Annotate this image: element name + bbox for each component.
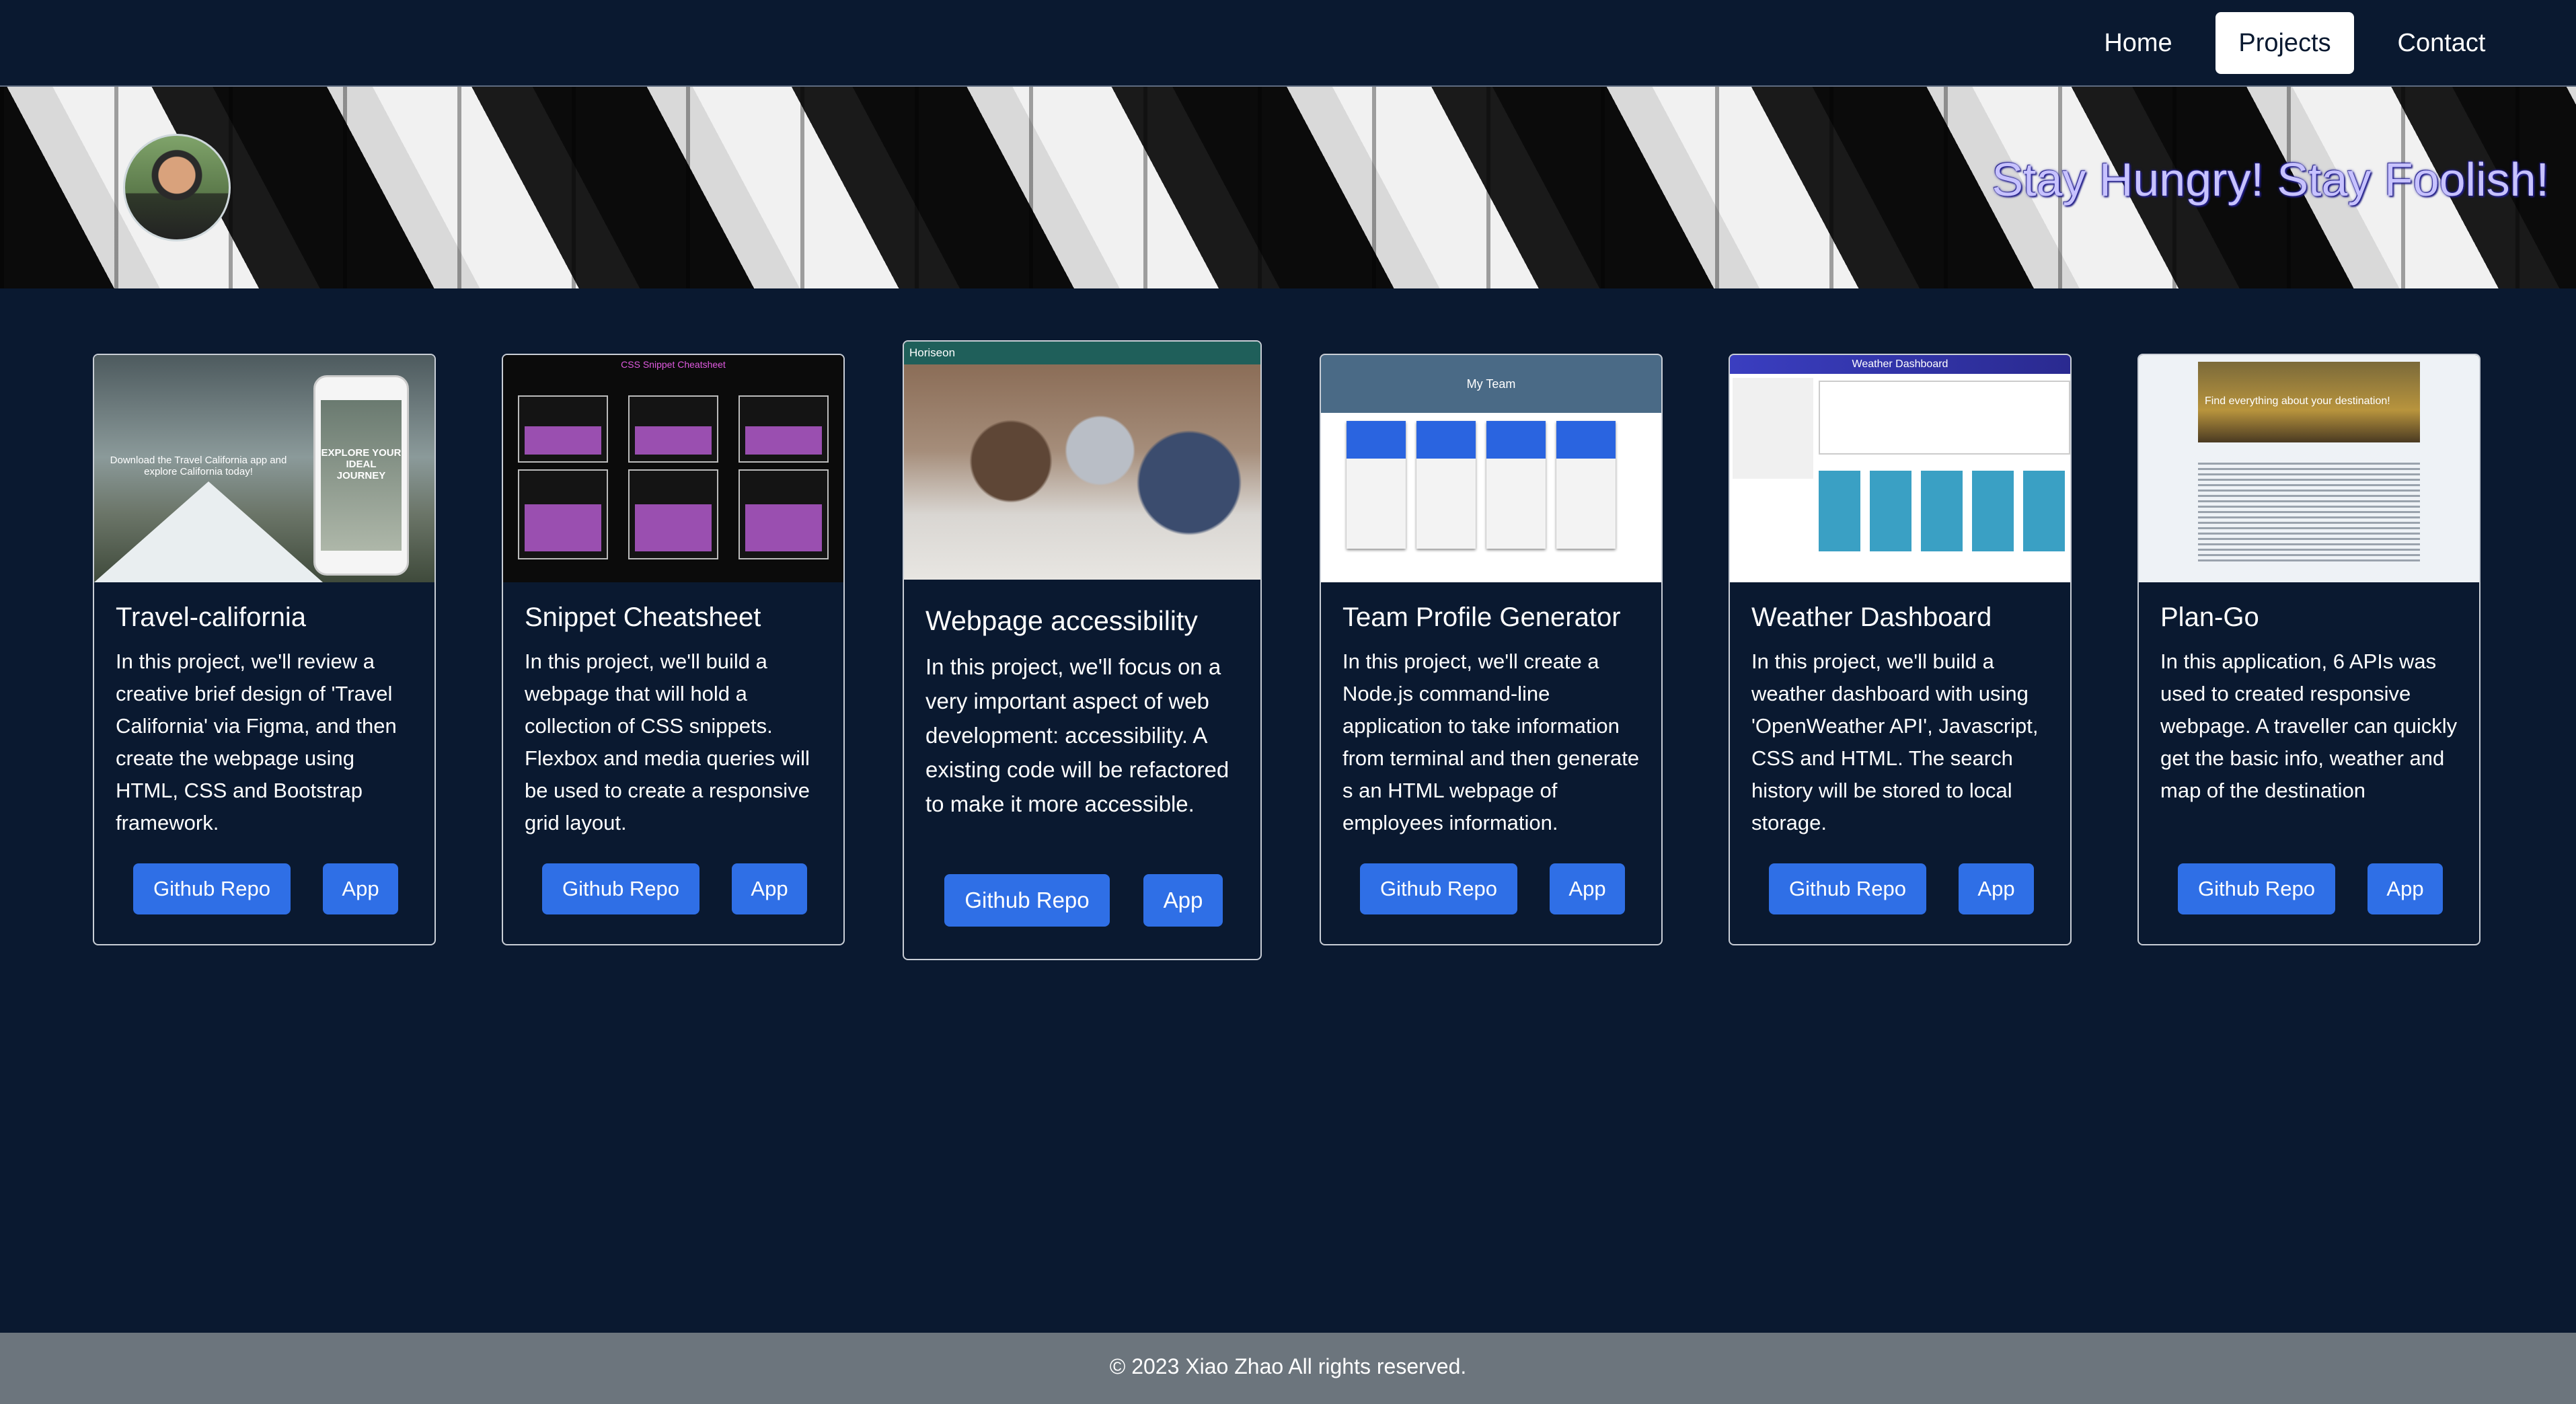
snippet-box (628, 395, 718, 463)
team-photo (904, 364, 1260, 580)
project-thumbnail[interactable]: My Team (1321, 355, 1661, 582)
project-card-webpage-accessibility: Horiseon Webpage accessibility In this p… (903, 340, 1262, 960)
card-title: Weather Dashboard (1751, 602, 1992, 632)
member-card (1486, 421, 1546, 549)
phone-text: EXPLORE YOUR IDEAL JOURNEY (321, 447, 402, 481)
current-weather (1819, 381, 2070, 455)
forecast-day (1870, 471, 1911, 551)
phone-screen: EXPLORE YOUR IDEAL JOURNEY (321, 400, 402, 551)
project-card-snippet-cheatsheet: CSS Snippet Cheatsheet Snippet Cheatshee… (502, 354, 845, 945)
snippet-box (518, 395, 608, 463)
app-button[interactable]: App (732, 863, 807, 914)
forecast-day (1921, 471, 1963, 551)
top-navbar: Home Projects Contact (0, 0, 2576, 87)
app-button[interactable]: App (1143, 874, 1223, 927)
thumbnail-brand: Horiseon (904, 342, 1260, 364)
info-text-block (2198, 463, 2420, 563)
forecast-day (2023, 471, 2065, 551)
card-title: Snippet Cheatsheet (525, 602, 761, 632)
card-description: In this application, 6 APIs was used to … (2160, 650, 2458, 802)
card-description: In this project, we'll build a webpage t… (525, 650, 810, 834)
snippet-box (518, 469, 608, 559)
project-thumbnail[interactable]: Download the Travel California app and e… (94, 355, 434, 582)
project-thumbnail[interactable]: Weather Dashboard (1730, 355, 2070, 582)
app-button[interactable]: App (2367, 863, 2443, 914)
project-thumbnail[interactable]: Find everything about your destination! (2139, 355, 2479, 582)
snippet-box (738, 469, 829, 559)
github-repo-button[interactable]: Github Repo (1769, 863, 1926, 914)
thumbnail-title: CSS Snippet Cheatsheet (621, 359, 726, 370)
member-card (1416, 421, 1476, 549)
github-repo-button[interactable]: Github Repo (542, 863, 699, 914)
card-description: In this project, we'll focus on a very i… (925, 654, 1229, 816)
project-thumbnail[interactable]: CSS Snippet Cheatsheet (503, 355, 843, 582)
project-card-team-profile-generator: My Team Team Profile Generator In this p… (1320, 354, 1663, 945)
app-button[interactable]: App (1959, 863, 2034, 914)
mountain-image (94, 481, 323, 582)
member-card (1556, 421, 1616, 549)
project-card-weather-dashboard: Weather Dashboard Weather Dashboard In t… (1729, 354, 2072, 945)
card-title: Plan-Go (2160, 602, 2259, 632)
hero-motto: Stay Hungry! Stay Foolish! (1992, 153, 2549, 206)
nav-link-projects[interactable]: Projects (2215, 12, 2354, 74)
project-card-plan-go: Find everything about your destination! … (2137, 354, 2480, 945)
github-repo-button[interactable]: Github Repo (2178, 863, 2335, 914)
card-title: Webpage accessibility (925, 605, 1198, 636)
thumbnail-header: Weather Dashboard (1730, 355, 2070, 374)
project-card-travel-california: Download the Travel California app and e… (93, 354, 436, 945)
nav-link-contact[interactable]: Contact (2374, 12, 2509, 74)
member-card (1347, 421, 1406, 549)
card-description: In this project, we'll review a creative… (116, 650, 397, 834)
thumbnail-text: Download the Travel California app and e… (110, 455, 287, 477)
thumbnail-header: My Team (1321, 355, 1661, 413)
card-title: Travel-california (116, 602, 307, 632)
phone-mockup: EXPLORE YOUR IDEAL JOURNEY (313, 375, 409, 576)
snippet-box (628, 469, 718, 559)
github-repo-button[interactable]: Github Repo (1360, 863, 1517, 914)
search-sidebar (1733, 378, 1813, 479)
project-thumbnail[interactable]: Horiseon (904, 342, 1260, 580)
app-button[interactable]: App (1550, 863, 1625, 914)
card-description: In this project, we'll create a Node.js … (1342, 650, 1640, 834)
avatar (123, 134, 231, 241)
snippet-box (738, 395, 829, 463)
card-title: Team Profile Generator (1342, 602, 1621, 632)
nav-link-home[interactable]: Home (2081, 12, 2195, 74)
footer: © 2023 Xiao Zhao All rights reserved. (0, 1333, 2576, 1404)
app-button[interactable]: App (323, 863, 398, 914)
forecast-day (1819, 471, 1860, 551)
github-repo-button[interactable]: Github Repo (133, 863, 291, 914)
footer-copyright: © 2023 Xiao Zhao All rights reserved. (1109, 1354, 1467, 1378)
github-repo-button[interactable]: Github Repo (944, 874, 1110, 927)
card-description: In this project, we'll build a weather d… (1751, 650, 2039, 834)
banner-text: Find everything about your destination! (2205, 395, 2390, 407)
hero-banner: Stay Hungry! Stay Foolish! (0, 87, 2576, 288)
destination-banner: Find everything about your destination! (2198, 362, 2420, 442)
forecast-day (1972, 471, 2014, 551)
